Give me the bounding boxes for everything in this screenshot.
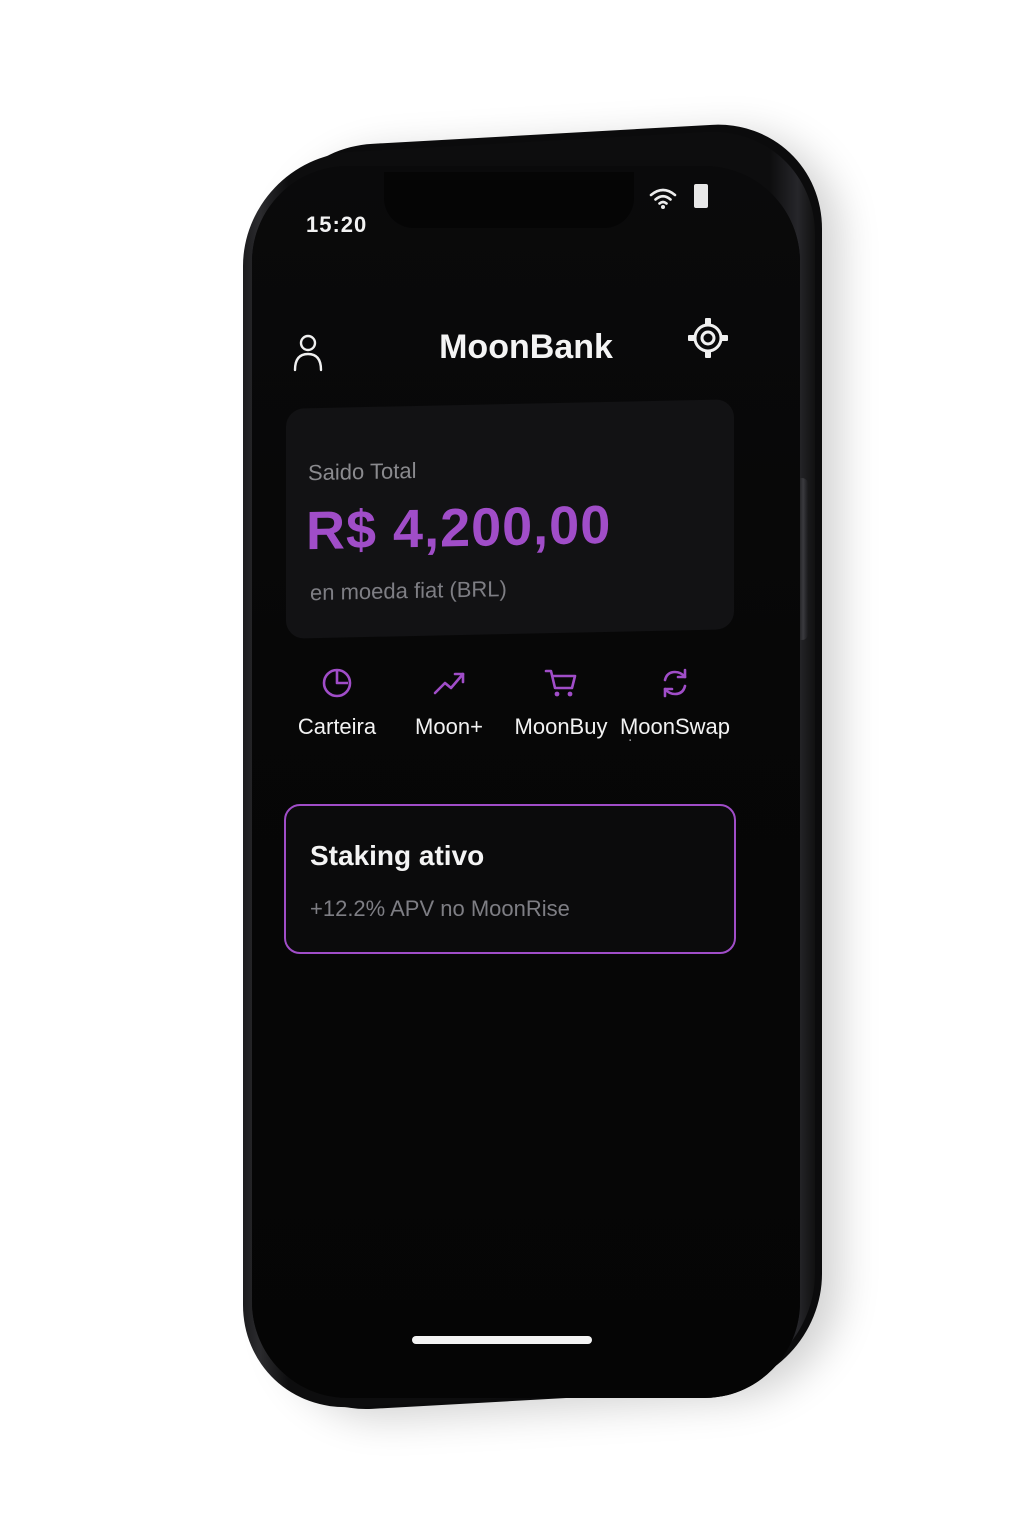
staking-subtitle: +12.2% APV no MoonRise (310, 896, 570, 921)
balance-currency-note: en moeda fiat (BRL) (310, 576, 507, 606)
staking-title: Staking ativo (310, 840, 485, 871)
status-time: 15:20 (306, 212, 368, 237)
battery-icon (694, 184, 708, 208)
trending-up-icon (433, 672, 465, 695)
staking-card[interactable]: Staking ativo +12.2% APV no MoonRise (284, 804, 736, 954)
action-label: MoonBuy (514, 714, 608, 739)
notch (384, 172, 634, 228)
wifi-icon (649, 188, 677, 209)
action-moonswap[interactable]: MoonSwap (616, 666, 734, 756)
action-label: MoonSwap (619, 714, 731, 739)
pie-chart-icon (322, 668, 352, 698)
gear-icon[interactable] (686, 316, 730, 360)
balance-value: R$ 4,200,00 (306, 494, 612, 562)
balance-card: Saido Total R$ 4,200,00 en moeda fiat (B… (286, 399, 734, 639)
cart-icon (544, 669, 577, 697)
action-carteira[interactable]: Carteira (278, 666, 396, 756)
action-moonbuy[interactable]: MoonBuy (502, 666, 620, 756)
swap-icon (663, 668, 687, 698)
product-mockup: 15:20 MoonBank Saido Total R$ 4,200,00 e… (0, 0, 1024, 1536)
action-label: Carteira (297, 714, 377, 739)
app-header: MoonBank (252, 316, 800, 386)
action-moon-plus[interactable]: Moon+ (390, 666, 508, 756)
balance-label: Saido Total (308, 457, 417, 486)
action-label: Moon+ (415, 714, 483, 739)
home-indicator[interactable] (412, 1336, 592, 1344)
quick-actions: Carteira Moon+ MoonBuy : MoonSwap (278, 666, 748, 766)
phone-screen: 15:20 MoonBank Saido Total R$ 4,200,00 e… (252, 166, 800, 1398)
